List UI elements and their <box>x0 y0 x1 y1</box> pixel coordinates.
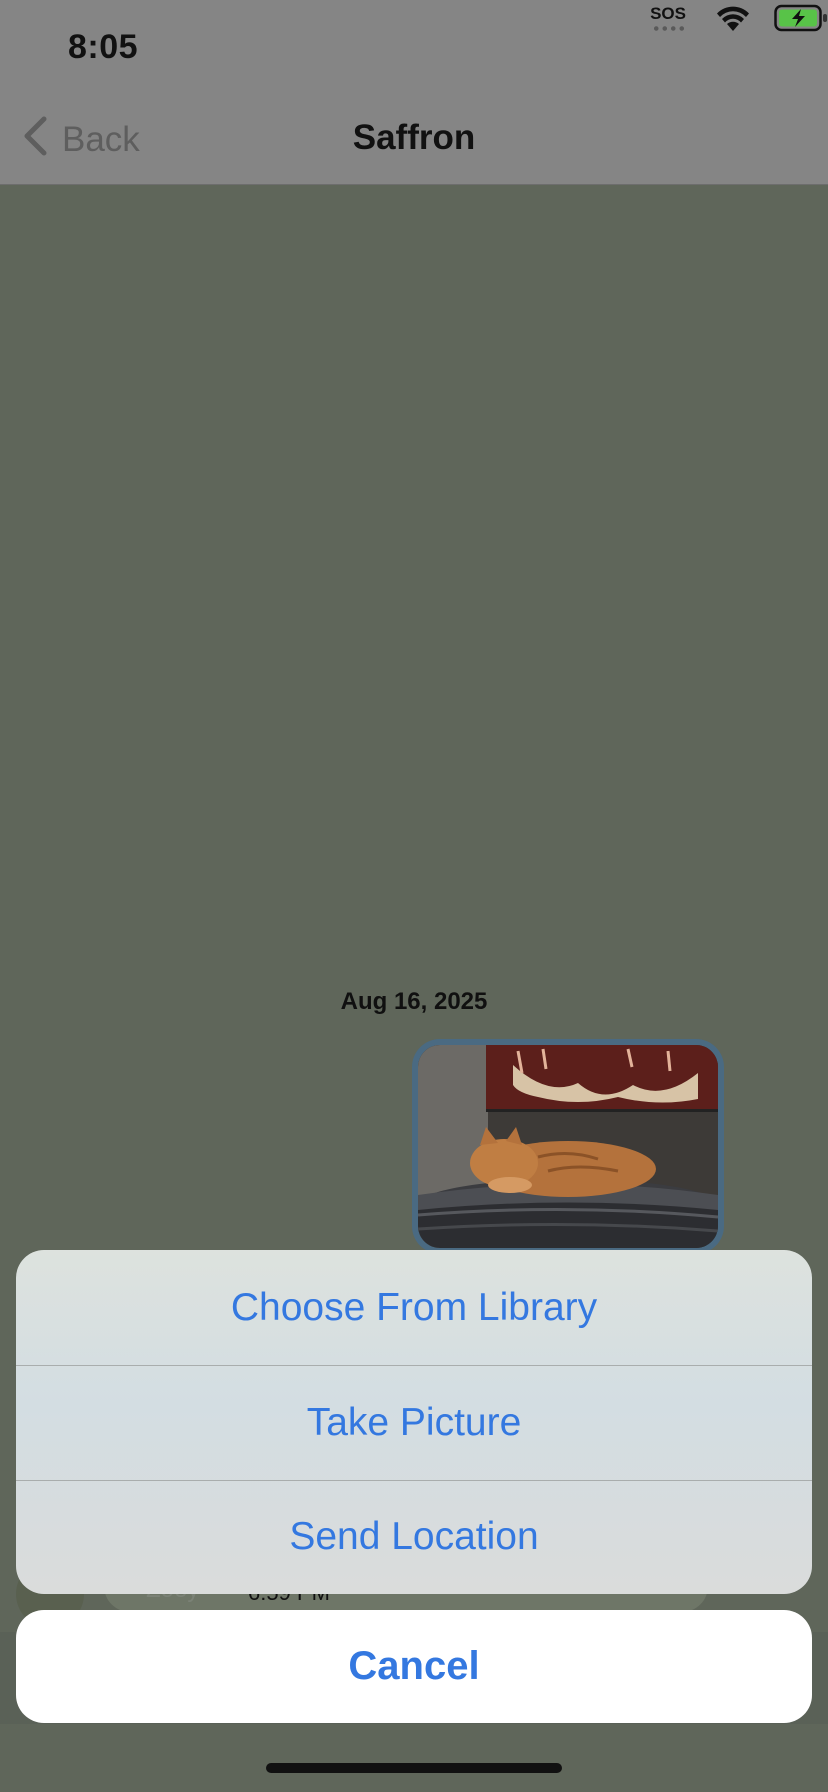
send-location-button[interactable]: Send Location <box>16 1480 812 1593</box>
photo-message-bubble[interactable] <box>412 1039 724 1254</box>
home-indicator[interactable] <box>266 1763 562 1773</box>
page-title: Saffron <box>352 118 476 157</box>
action-sheet: Choose From Library Take Picture Send Lo… <box>16 1250 812 1594</box>
wifi-icon <box>716 4 750 37</box>
sos-indicator: SOS <box>650 4 686 23</box>
cancel-button[interactable]: Cancel <box>16 1610 812 1723</box>
status-time: 8:05 <box>68 28 139 66</box>
signal-dots-icon <box>652 26 686 31</box>
battery-charging-icon <box>774 4 828 37</box>
cat-photo <box>418 1045 718 1248</box>
navigation-bar: 8:05 SOS Back Saffron <box>0 0 828 185</box>
date-separator: Aug 16, 2025 <box>340 988 488 1015</box>
take-picture-button[interactable]: Take Picture <box>16 1365 812 1480</box>
choose-from-library-button[interactable]: Choose From Library <box>16 1250 812 1365</box>
